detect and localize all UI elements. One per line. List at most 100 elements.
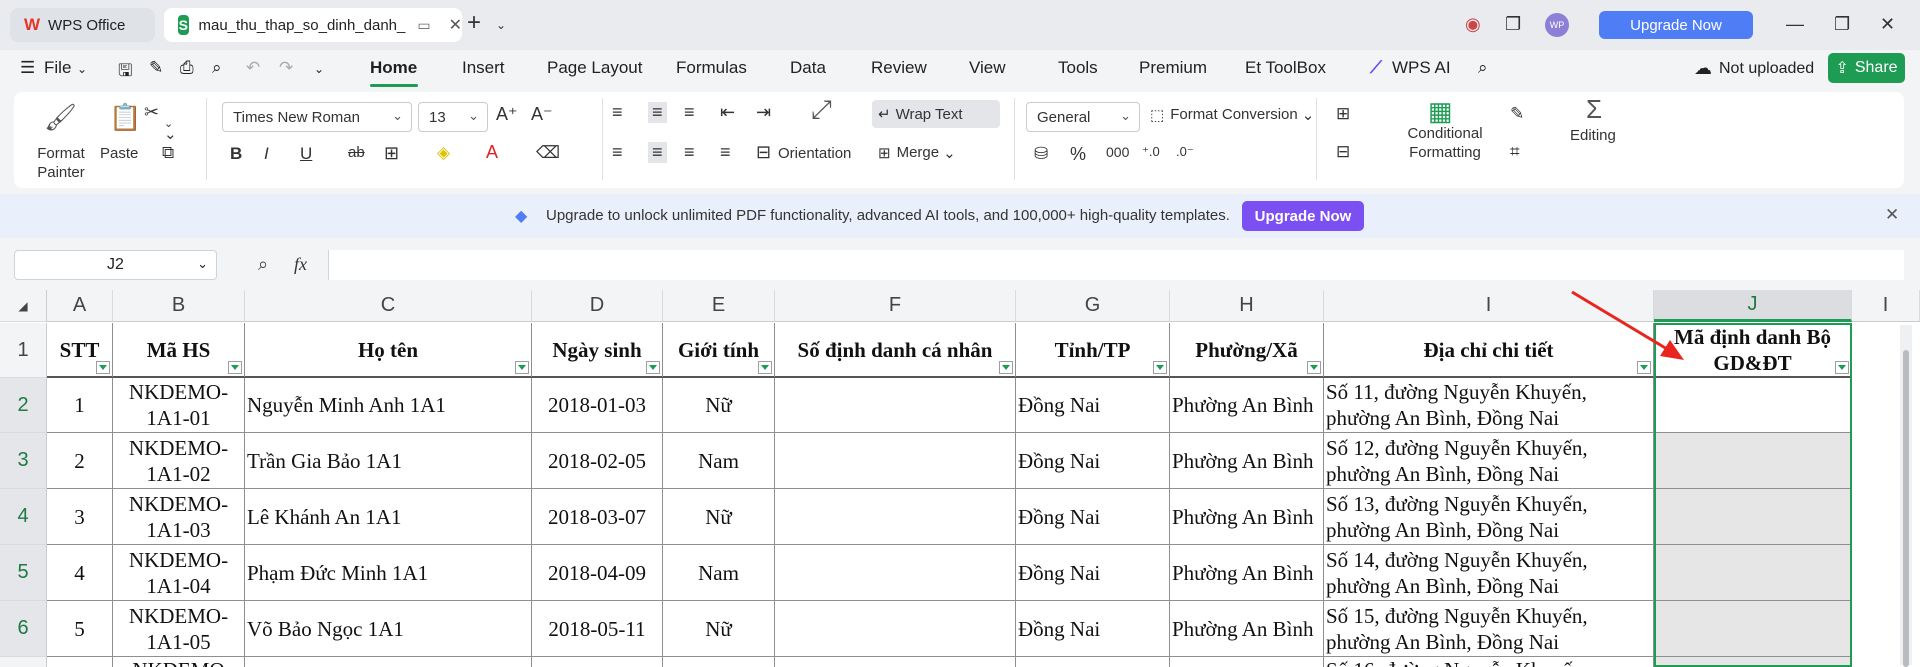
tab-tools[interactable]: Tools xyxy=(1058,58,1098,78)
cut-icon[interactable]: ✂ xyxy=(144,102,159,123)
tab-page-layout[interactable]: Page Layout xyxy=(547,58,642,78)
table-cell[interactable]: NKDEMO-1A1-01 xyxy=(113,378,245,433)
conditional-formatting-button[interactable]: Conditional Formatting xyxy=(1400,124,1490,162)
row-header-4[interactable]: 4 xyxy=(0,489,47,545)
number-format-select[interactable]: General ⌄ xyxy=(1026,102,1140,132)
filter-dropdown-icon[interactable] xyxy=(228,361,242,374)
align-left-icon[interactable]: ≡ xyxy=(612,142,623,163)
print-preview-icon[interactable]: ⌕ xyxy=(212,58,222,78)
table-cell[interactable] xyxy=(1654,545,1852,601)
decimal-increase-icon[interactable]: ⁺.0 xyxy=(1142,144,1160,160)
cell-style-icon[interactable]: ⊟ xyxy=(1336,142,1350,162)
tabs-icon[interactable]: ❐ xyxy=(1505,14,1521,35)
table-cell[interactable]: 3 xyxy=(47,489,113,545)
align-middle-icon[interactable]: ≡ xyxy=(648,102,667,123)
table-cell[interactable]: Trần Gia Bảo 1A1 xyxy=(245,433,532,489)
table-cell[interactable]: Số 15, đường Nguyễn Khuyến, phường An Bì… xyxy=(1324,601,1654,657)
brush-icon[interactable]: ✎ xyxy=(149,58,163,78)
font-size-select[interactable]: 13 ⌄ xyxy=(418,102,488,132)
paste-button[interactable]: Paste xyxy=(100,145,138,162)
row-header-2[interactable]: 2 xyxy=(0,378,47,433)
tab-file[interactable]: S mau_thu_thap_so_dinh_danh_ ▭ ✕ xyxy=(164,8,462,42)
table-cell[interactable]: Phường An Bình xyxy=(1170,601,1324,657)
table-cell[interactable]: 1 xyxy=(47,378,113,433)
table-style-icon[interactable]: ⊞ xyxy=(1336,104,1350,124)
rows-columns-icon[interactable]: ⌗ xyxy=(1510,142,1520,162)
table-cell[interactable] xyxy=(775,433,1016,489)
filter-dropdown-icon[interactable] xyxy=(1153,361,1167,374)
table-cell[interactable]: NKDEMO-1A1-05 xyxy=(113,601,245,657)
minimize-icon[interactable]: — xyxy=(1786,14,1804,35)
decrease-font-icon[interactable]: A⁻ xyxy=(531,104,553,125)
currency-icon[interactable]: ⛁ xyxy=(1034,144,1048,164)
menu-icon[interactable]: ☰ xyxy=(20,58,35,78)
table-cell[interactable]: Phường An Bình xyxy=(1170,433,1324,489)
table-cell[interactable]: Phường An Bình xyxy=(1170,378,1324,433)
header-cell[interactable]: Ngày sinh xyxy=(532,323,663,378)
indent-decrease-icon[interactable]: ⇤ xyxy=(720,102,735,123)
table-cell[interactable]: 2018-01-03 xyxy=(532,378,663,433)
close-icon[interactable]: ✕ xyxy=(1885,205,1899,225)
decimal-decrease-icon[interactable]: .0⁻ xyxy=(1176,144,1194,160)
avatar[interactable]: WP xyxy=(1545,13,1569,37)
not-uploaded-status[interactable]: Not uploaded xyxy=(1719,60,1814,78)
close-window-icon[interactable]: ✕ xyxy=(1880,14,1895,35)
close-icon[interactable]: ✕ xyxy=(449,15,462,35)
align-top-icon[interactable]: ≡ xyxy=(612,102,623,123)
scrollbar-thumb[interactable] xyxy=(1903,350,1909,667)
table-cell[interactable]: Số 13, đường Nguyễn Khuyến, phường An Bì… xyxy=(1324,489,1654,545)
table-cell[interactable] xyxy=(775,545,1016,601)
formula-input[interactable] xyxy=(328,250,1904,280)
table-cell[interactable]: Số 14, đường Nguyễn Khuyến, phường An Bì… xyxy=(1324,545,1654,601)
name-box[interactable]: J2 ⌄ xyxy=(14,250,217,280)
merge-button[interactable]: ⊞ Merge ⌄ xyxy=(878,144,956,162)
save-icon[interactable]: 🖫 xyxy=(118,58,132,87)
header-cell[interactable]: Tỉnh/TP xyxy=(1016,323,1170,378)
table-cell-partial[interactable] xyxy=(663,657,775,667)
row-header-3[interactable]: 3 xyxy=(0,433,47,489)
align-bottom-icon[interactable]: ≡ xyxy=(684,102,695,123)
table-cell[interactable]: Võ Bảo Ngọc 1A1 xyxy=(245,601,532,657)
row-header-partial[interactable] xyxy=(0,657,47,667)
table-cell-partial[interactable]: Số 16, đường Nguyễn Khuyến xyxy=(1324,657,1654,667)
table-cell[interactable]: Nữ xyxy=(663,378,775,433)
table-cell[interactable]: 2 xyxy=(47,433,113,489)
table-cell[interactable] xyxy=(1654,489,1852,545)
table-cell[interactable]: NKDEMO-1A1-02 xyxy=(113,433,245,489)
tab-premium[interactable]: Premium xyxy=(1139,58,1207,78)
table-cell[interactable] xyxy=(775,489,1016,545)
zoom-icon[interactable]: ⌕ xyxy=(258,254,268,275)
table-cell[interactable]: Nữ xyxy=(663,601,775,657)
column-header-c[interactable]: C xyxy=(245,290,532,322)
thousands-icon[interactable]: 000 xyxy=(1106,144,1129,160)
header-cell[interactable]: Mã HS xyxy=(113,323,245,378)
table-cell[interactable] xyxy=(1654,433,1852,489)
redo-icon[interactable]: ↷ xyxy=(279,58,293,78)
table-cell[interactable]: Đồng Nai xyxy=(1016,378,1170,433)
tab-view[interactable]: View xyxy=(969,58,1006,78)
copy-icon[interactable]: ⧉ xyxy=(162,143,174,163)
font-color-icon[interactable]: A xyxy=(486,142,498,163)
orientation-button[interactable]: Orientation xyxy=(778,145,851,162)
strikethrough-icon[interactable]: ab xyxy=(348,144,365,161)
table-cell[interactable] xyxy=(775,378,1016,433)
table-cell[interactable]: Đồng Nai xyxy=(1016,489,1170,545)
print-icon[interactable]: ⎙ xyxy=(180,58,194,78)
table-cell[interactable]: Lê Khánh An 1A1 xyxy=(245,489,532,545)
row-header-1[interactable]: 1 xyxy=(0,323,47,378)
table-cell-partial[interactable] xyxy=(1016,657,1170,667)
copilot-icon[interactable]: ◉ xyxy=(1465,14,1481,35)
table-cell[interactable]: 2018-03-07 xyxy=(532,489,663,545)
underline-icon[interactable]: U xyxy=(300,144,312,164)
percent-icon[interactable]: % xyxy=(1070,144,1086,165)
column-header-a[interactable]: A xyxy=(47,290,113,322)
upgrade-now-button[interactable]: Upgrade Now xyxy=(1599,11,1753,39)
filter-dropdown-icon[interactable] xyxy=(96,361,110,374)
table-cell-partial[interactable] xyxy=(532,657,663,667)
table-cell-partial[interactable]: NKDEMO xyxy=(113,657,245,667)
format-conversion-button[interactable]: ⬚ Format Conversion ⌄ xyxy=(1150,106,1314,124)
table-cell[interactable]: Đồng Nai xyxy=(1016,601,1170,657)
column-header-d[interactable]: D xyxy=(532,290,663,322)
fill-icon[interactable]: ✎ xyxy=(1510,104,1524,124)
italic-icon[interactable]: I xyxy=(264,144,269,164)
